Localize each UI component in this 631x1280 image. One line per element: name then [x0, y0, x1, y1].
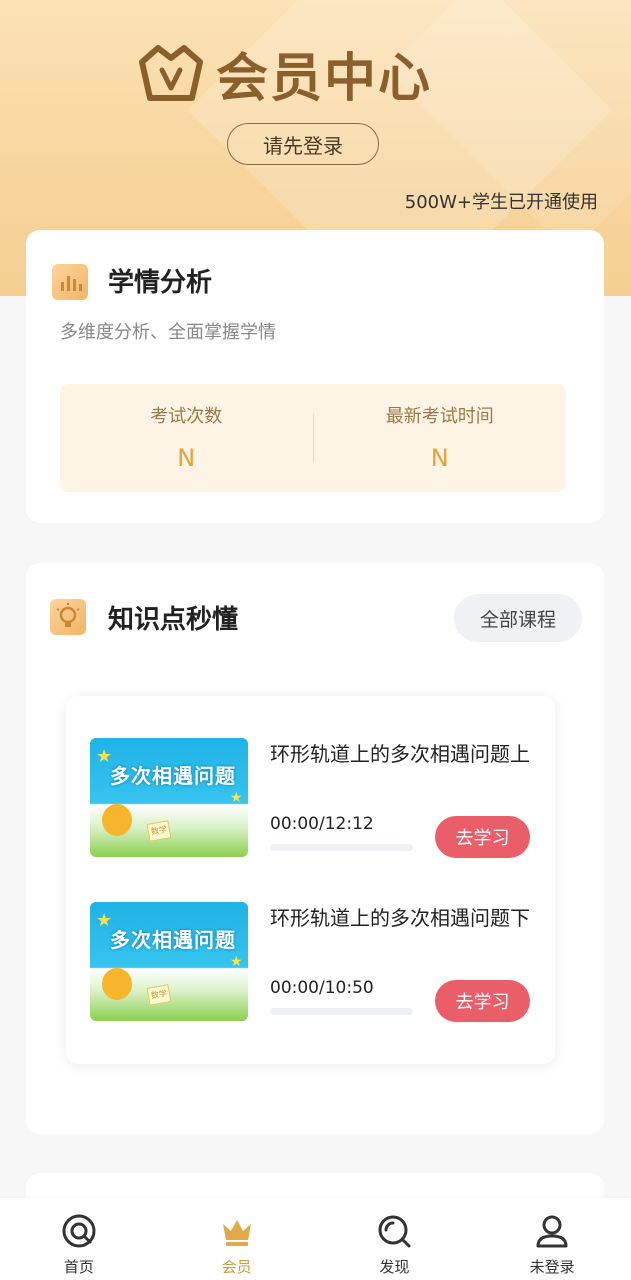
stat-value: N: [177, 444, 196, 472]
tab-member[interactable]: 会员: [158, 1198, 316, 1280]
course-progress-bar: [270, 1008, 413, 1015]
discover-icon: [378, 1215, 411, 1248]
home-icon: [62, 1214, 96, 1248]
course-thumbnail[interactable]: ★ ★ 多次相遇问题 数学: [90, 902, 248, 1021]
book-icon: 数学: [146, 984, 172, 1006]
tab-home[interactable]: 首页: [0, 1198, 158, 1280]
stat-value: N: [430, 444, 449, 472]
knowledge-title: 知识点秒懂: [108, 605, 239, 635]
analysis-stats: 考试次数 N 最新考试时间 N: [60, 384, 566, 492]
course-time: 00:00/10:50: [270, 978, 374, 998]
stat-latest-exam: 最新考试时间 N: [314, 384, 567, 492]
thumbnail-title: 多次相遇问题: [110, 928, 236, 952]
all-courses-button[interactable]: 全部课程: [454, 594, 582, 642]
thumbnail-title: 多次相遇问题: [110, 764, 236, 788]
analysis-subtitle: 多维度分析、全面掌握学情: [60, 322, 276, 343]
stat-exam-count: 考试次数 N: [60, 384, 313, 492]
course-list: ★ ★ 多次相遇问题 数学 环形轨道上的多次相遇问题上 00:00/12:12 …: [66, 696, 555, 1064]
study-button[interactable]: 去学习: [435, 980, 530, 1022]
course-name: 环形轨道上的多次相遇问题上: [270, 742, 530, 766]
lightbulb-icon: [50, 599, 86, 635]
mascot-icon: [102, 968, 132, 1000]
tab-label: 首页: [63, 1258, 94, 1276]
crown-icon: [222, 1220, 251, 1246]
star-icon: ★: [230, 790, 243, 806]
tab-label: 会员: [221, 1258, 252, 1276]
stat-label: 考试次数: [150, 406, 223, 427]
bottom-tab-bar: 首页 会员 发现 未登录: [0, 1198, 631, 1280]
stat-label: 最新考试时间: [385, 406, 494, 427]
header-title-row: 会员中心: [138, 42, 432, 109]
tab-profile[interactable]: 未登录: [473, 1198, 631, 1280]
tab-label: 未登录: [529, 1258, 575, 1276]
course-time: 00:00/12:12: [270, 814, 374, 834]
star-icon: ★: [230, 954, 243, 970]
crown-v-logo-icon: [139, 45, 203, 101]
course-item[interactable]: ★ ★ 多次相遇问题 数学 环形轨道上的多次相遇问题上 00:00/12:12 …: [90, 738, 540, 858]
user-count-text: 500W+学生已开通使用: [404, 192, 598, 213]
mascot-icon: [102, 804, 132, 836]
analysis-card: 学情分析 多维度分析、全面掌握学情 考试次数 N 最新考试时间 N: [26, 230, 604, 523]
course-thumbnail[interactable]: ★ ★ 多次相遇问题 数学: [90, 738, 248, 857]
login-button[interactable]: 请先登录: [227, 123, 379, 165]
book-icon: 数学: [146, 820, 172, 842]
page-title: 会员中心: [216, 48, 433, 109]
bar-chart-icon: [52, 264, 88, 300]
course-name: 环形轨道上的多次相遇问题下: [270, 906, 530, 930]
tab-label: 发现: [379, 1258, 410, 1276]
knowledge-card: 知识点秒懂 全部课程 ★ ★ 多次相遇问题 数学 环形轨道上的多次相遇问题上 0…: [26, 563, 604, 1134]
course-progress-bar: [270, 844, 413, 851]
analysis-title: 学情分析: [108, 268, 213, 298]
study-button[interactable]: 去学习: [435, 816, 530, 858]
tab-discover[interactable]: 发现: [316, 1198, 474, 1280]
user-icon: [536, 1215, 568, 1248]
course-item[interactable]: ★ ★ 多次相遇问题 数学 环形轨道上的多次相遇问题下 00:00/10:50 …: [90, 902, 540, 1022]
